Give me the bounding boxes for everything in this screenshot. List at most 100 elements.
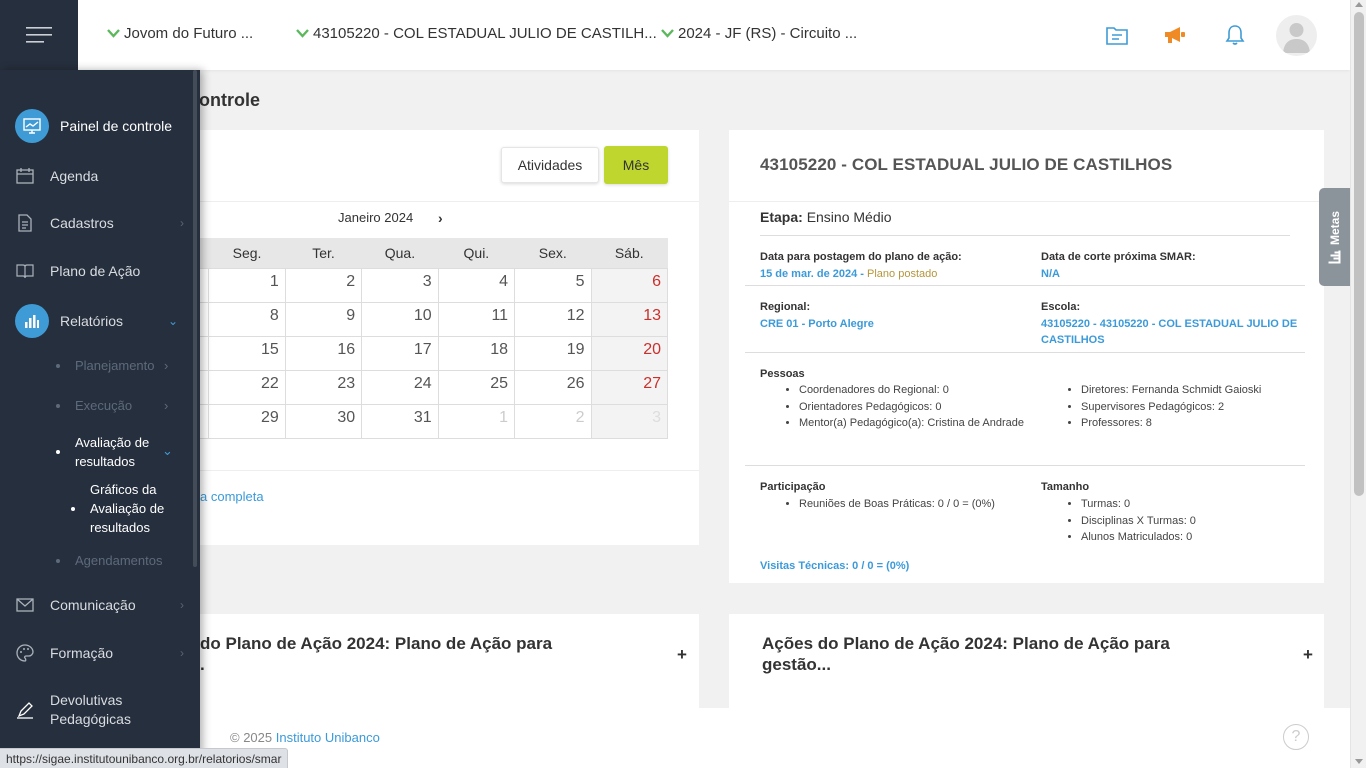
list-item: Reuniões de Boas Práticas: 0 / 0 = (0%) xyxy=(799,496,1039,513)
sidebar-item-agenda[interactable]: Agenda xyxy=(0,164,190,188)
calendar-day[interactable]: 27 xyxy=(590,369,669,405)
expand-button[interactable]: + xyxy=(677,645,687,665)
sidebar-subitem-execucao[interactable]: Execução xyxy=(56,398,132,413)
chevron-right-icon: › xyxy=(180,646,184,660)
regional-value[interactable]: CRE 01 - Porto Alegre xyxy=(760,316,874,332)
data-postagem-value: 15 de mar. de 2024 - Plano postado xyxy=(760,266,937,282)
plano-acao-card-title: do Plano de Ação 2024: Plano de Ação par… xyxy=(200,633,620,675)
mail-icon xyxy=(14,594,36,616)
sidebar-item-formacao[interactable]: Formação › xyxy=(0,641,190,665)
calendar-day[interactable]: 30 xyxy=(284,403,363,439)
calendar-day[interactable]: 5 xyxy=(514,267,592,303)
escola-value[interactable]: 43105220 - 43105220 - COL ESTADUAL JULIO… xyxy=(1041,316,1301,348)
bar-chart-icon xyxy=(1328,250,1341,264)
label-line: Avaliação de xyxy=(75,435,150,450)
escola-label: Escola: xyxy=(1041,301,1081,313)
list-item: Mentor(a) Pedagógico(a): Cristina de And… xyxy=(799,415,1029,432)
bullet-dot xyxy=(56,363,60,368)
calendar-day[interactable]: 19 xyxy=(514,335,592,371)
calendar-week-row: 1 2 3 4 5 6 xyxy=(149,267,669,303)
megaphone-icon[interactable] xyxy=(1162,22,1188,48)
program-selector[interactable]: Jovom do Futuro ... xyxy=(107,25,253,42)
sidebar-item-relatorios[interactable]: Relatórios ⌄ xyxy=(0,304,190,338)
label-line: Devolutivas xyxy=(50,692,123,708)
calendar-day[interactable]: 3 xyxy=(361,267,439,303)
calendar-day[interactable]: 23 xyxy=(284,369,363,405)
calendar-day[interactable]: 25 xyxy=(437,369,516,405)
sidebar-item-label: Painel de controle xyxy=(60,118,173,134)
hamburger-icon xyxy=(26,27,52,43)
bell-icon[interactable] xyxy=(1222,22,1248,48)
sidebar-subitem-label: Agendamentos xyxy=(75,553,163,568)
sidebar-subitem-label: Gráficos da Avaliação de resultados xyxy=(90,480,164,537)
sidebar-item-label: Formação xyxy=(50,645,114,661)
calendar-day[interactable]: 24 xyxy=(361,369,439,405)
calendar-day[interactable]: 15 xyxy=(208,335,286,371)
sidebar-subitem-avaliacao[interactable]: Avaliação de resultados xyxy=(56,433,149,471)
help-icon[interactable]: ? xyxy=(1283,724,1309,750)
full-agenda-link[interactable]: a completa xyxy=(200,489,264,504)
sidebar-item-devolutivas[interactable]: Devolutivas Pedagógicas xyxy=(0,690,190,730)
instituto-unibanco-link[interactable]: Instituto Unibanco xyxy=(276,730,380,745)
chevron-right-icon: › xyxy=(164,398,169,413)
sidebar-subitem-graficos[interactable]: Gráficos da Avaliação de resultados xyxy=(71,480,164,537)
sidebar-subitem-agendamentos[interactable]: Agendamentos xyxy=(56,553,162,568)
sidebar-item-plano-acao[interactable]: Plano de Ação xyxy=(0,259,190,283)
sidebar-item-comunicacao[interactable]: Comunicação › xyxy=(0,593,190,617)
calendar-day[interactable]: 8 xyxy=(208,301,286,337)
calendar-day[interactable]: 18 xyxy=(437,335,516,371)
sidebar-item-painel[interactable]: Painel de controle xyxy=(0,109,190,143)
divider xyxy=(745,352,1305,353)
calendar-day[interactable]: 20 xyxy=(590,335,669,371)
month-view-button[interactable]: Mês xyxy=(604,146,668,184)
calendar-day[interactable]: 13 xyxy=(590,301,669,337)
divider xyxy=(150,201,699,202)
sidebar-scrollbar[interactable] xyxy=(193,70,197,567)
calendar-day[interactable]: 11 xyxy=(437,301,516,337)
folder-icon[interactable] xyxy=(1104,22,1130,48)
data-postagem-date: 15 de mar. de 2024 - xyxy=(760,268,864,280)
calendar-day[interactable]: 12 xyxy=(514,301,592,337)
calendar-day[interactable]: 16 xyxy=(284,335,363,371)
weekday-header: Qui. xyxy=(438,238,515,268)
calendar-day[interactable]: 31 xyxy=(361,403,439,439)
calendar-day[interactable]: 10 xyxy=(361,301,439,337)
calendar-day[interactable]: 22 xyxy=(208,369,286,405)
calendar-day[interactable]: 1 xyxy=(437,403,516,439)
calendar-day[interactable]: 17 xyxy=(361,335,439,371)
chevron-right-icon: › xyxy=(180,216,184,230)
user-avatar[interactable] xyxy=(1276,15,1317,56)
expand-button[interactable]: + xyxy=(1303,645,1313,665)
divider xyxy=(745,285,1305,286)
label-line: resultados xyxy=(75,454,135,469)
chevron-down-icon xyxy=(296,29,309,38)
scroll-down-arrow-icon[interactable] xyxy=(1355,759,1363,764)
scroll-up-arrow-icon[interactable] xyxy=(1355,2,1363,7)
calendar-day[interactable]: 2 xyxy=(514,403,592,439)
calendar-day[interactable]: 4 xyxy=(437,267,516,303)
sidebar-item-label: Comunicação xyxy=(50,597,136,613)
sidebar-subitem-planejamento[interactable]: Planejamento xyxy=(56,358,155,373)
card-title-line: gestão... xyxy=(762,655,831,674)
menu-toggle-button[interactable] xyxy=(0,0,78,70)
list-item: Professores: 8 xyxy=(1081,415,1321,432)
book-icon xyxy=(14,260,36,282)
calendar-day[interactable]: 6 xyxy=(590,267,669,303)
palette-icon xyxy=(14,642,36,664)
next-month-button[interactable]: › xyxy=(438,210,443,226)
school-selector[interactable]: 43105220 - COL ESTADUAL JULIO DE CASTILH… xyxy=(296,25,657,42)
calendar-day[interactable]: 26 xyxy=(514,369,592,405)
scroll-thumb[interactable] xyxy=(1354,12,1364,496)
calendar-day[interactable]: 1 xyxy=(208,267,286,303)
calendar-day[interactable]: 9 xyxy=(284,301,363,337)
weekday-header: Ter. xyxy=(285,238,362,268)
calendar-day[interactable]: 29 xyxy=(208,403,286,439)
calendar-day[interactable]: 3 xyxy=(590,403,669,439)
cycle-selector[interactable]: 2024 - JF (RS) - Circuito ... xyxy=(661,25,857,42)
chevron-down-icon xyxy=(107,29,120,38)
calendar-day[interactable]: 2 xyxy=(284,267,363,303)
atividades-button[interactable]: Atividades xyxy=(501,147,599,183)
sidebar-item-cadastros[interactable]: Cadastros › xyxy=(0,211,190,235)
page-scrollbar[interactable] xyxy=(1350,0,1366,768)
metas-tab[interactable]: Metas xyxy=(1319,188,1350,286)
